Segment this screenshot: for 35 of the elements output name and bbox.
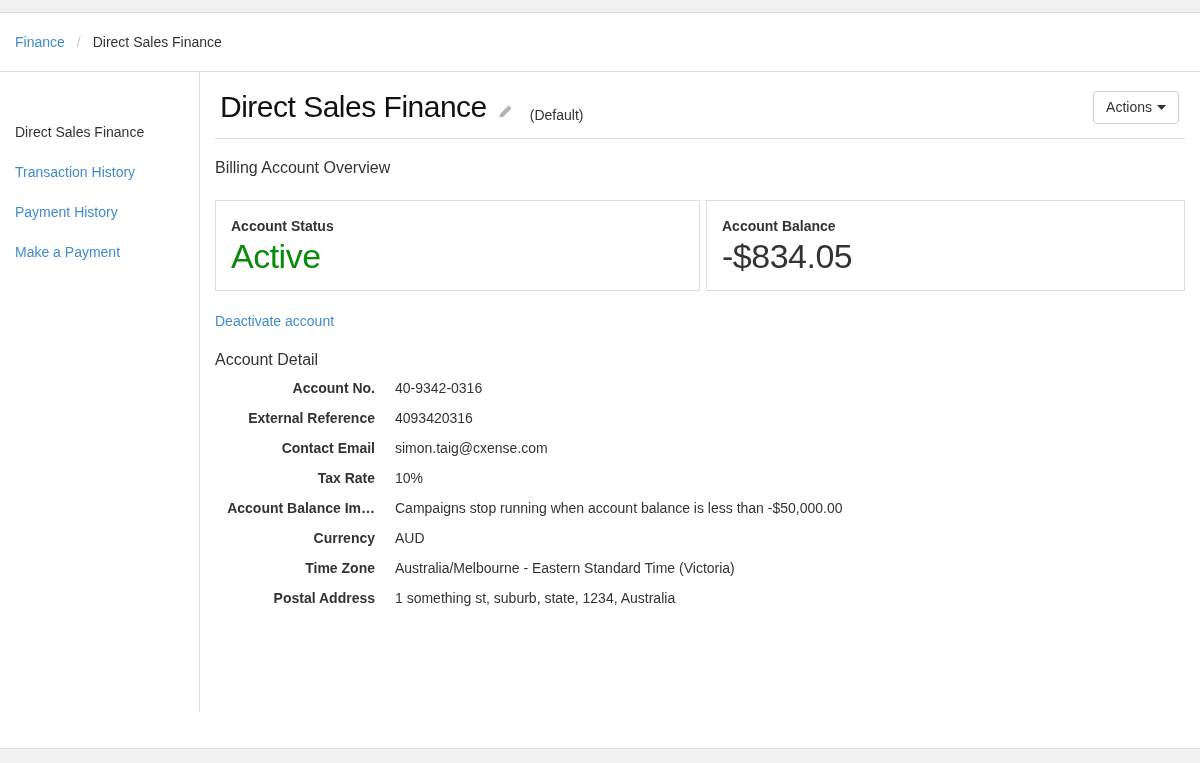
caret-icon bbox=[1157, 105, 1166, 110]
default-label: (Default) bbox=[529, 106, 584, 125]
breadcrumb-link[interactable]: Finance bbox=[15, 31, 65, 53]
field-label: External Reference bbox=[248, 409, 375, 428]
actions-button[interactable]: Actions bbox=[1093, 91, 1179, 124]
status-value: Active bbox=[231, 236, 321, 276]
deactivate-link[interactable]: Deactivate account bbox=[215, 311, 335, 331]
sidebar-item[interactable]: Direct Sales Finance bbox=[15, 122, 145, 142]
field-label: Time Zone bbox=[305, 559, 375, 578]
field-label: Tax Rate bbox=[317, 469, 375, 488]
sidebar-item[interactable]: Payment History bbox=[15, 202, 118, 222]
field-value: 10% bbox=[395, 469, 424, 488]
field-value: simon.taig@cxense.com bbox=[395, 439, 548, 458]
pencil-icon[interactable] bbox=[498, 105, 512, 118]
field-value: Campaigns stop running when account balance is less than -$50,000.00 bbox=[395, 499, 843, 518]
field-value: 4093420316 bbox=[395, 409, 473, 428]
breadcrumb-current: Direct Sales Finance bbox=[92, 32, 222, 52]
field-label: Postal Address bbox=[273, 589, 375, 608]
breadcrumb-separator: / bbox=[75, 32, 82, 52]
field-label: Contact Email bbox=[281, 439, 375, 458]
field-value: AUD bbox=[395, 529, 425, 548]
card-label: Account Balance bbox=[722, 217, 836, 236]
field-value: Australia/Melbourne - Eastern Standard Time (Victoria) bbox=[395, 559, 735, 578]
section-heading: Account Detail bbox=[215, 350, 320, 370]
field-value: 1 something st, suburb, state, 1234, Australia bbox=[395, 589, 676, 608]
sidebar-item[interactable]: Make a Payment bbox=[15, 242, 121, 262]
sidebar-item[interactable]: Transaction History bbox=[15, 162, 136, 182]
field-label: Account Balance Im… bbox=[227, 499, 375, 518]
page-title: Direct Sales Finance bbox=[220, 89, 487, 125]
card-label: Account Status bbox=[231, 217, 334, 236]
field-label: Currency bbox=[313, 529, 375, 548]
field-value: 40-9342-0316 bbox=[395, 379, 483, 398]
balance-value: -$834.05 bbox=[722, 236, 853, 276]
field-label: Account No. bbox=[292, 379, 375, 398]
section-heading: Billing Account Overview bbox=[215, 158, 392, 178]
